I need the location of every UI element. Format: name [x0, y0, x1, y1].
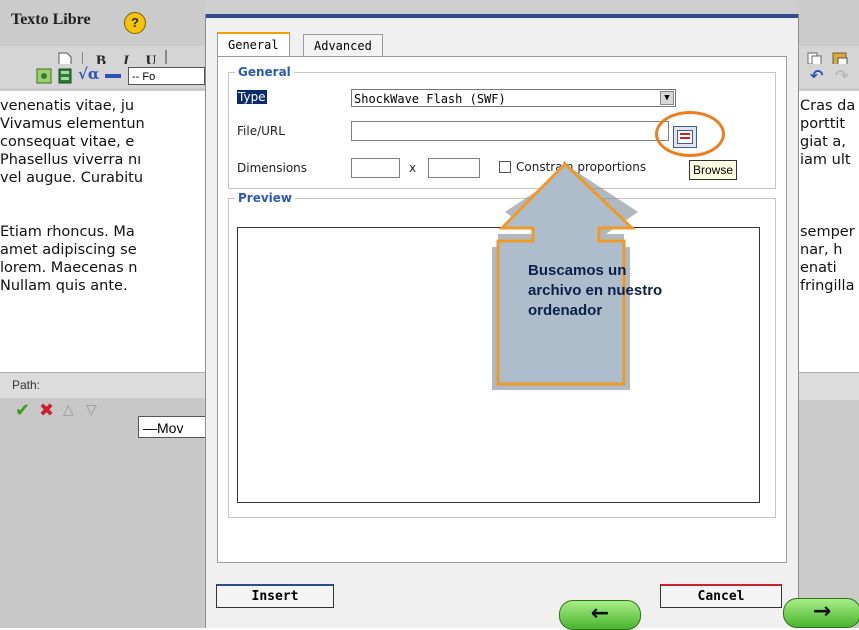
editor-text-line: consequat vitae, e [0, 134, 135, 150]
image-icon[interactable] [36, 68, 52, 84]
path-bar-right [797, 372, 859, 400]
callout-arrow [492, 161, 638, 390]
editor-text-line: lorem. Maecenas n [0, 260, 138, 276]
editor-text-line: Nullam quis ante. [0, 278, 128, 294]
module-controls: ✔ ✖ △ ▽ —Mov [0, 398, 208, 628]
help-icon[interactable]: ? [124, 12, 146, 34]
insert-button[interactable]: Insert [216, 584, 334, 608]
editor-text-line: Phasellus viverra nı [0, 152, 142, 168]
path-label: Path: [12, 378, 41, 392]
editor-text-line: giat a, [800, 134, 846, 150]
horizontal-rule-icon[interactable] [105, 74, 121, 78]
editor-text-line: Cras da [800, 98, 856, 114]
media-icon[interactable] [58, 68, 72, 84]
editor-text-line: enati [800, 260, 837, 276]
editor-text-line: porttit [800, 116, 846, 132]
editor-text-line: venenatis vitae, ju [0, 98, 135, 114]
next-arrow-button[interactable]: → [783, 598, 859, 628]
editor-text-line: iam ult [800, 152, 851, 168]
callout-text: Buscamos un archivo en nuestro ordenador [528, 262, 663, 319]
path-bar: Path: [0, 372, 205, 400]
editor-text-left[interactable]: venenatis vitae, ju Vivamus elementun cons… [0, 91, 205, 373]
math-icon[interactable]: √α [78, 65, 99, 83]
editor-text-line: Etiam rhoncus. Ma [0, 224, 135, 240]
insert-media-dialog: General Advanced General Type ShockWave … [205, 14, 799, 628]
move-up-icon[interactable]: △ [63, 402, 74, 418]
cancel-button[interactable]: Cancel [660, 584, 782, 608]
check-icon[interactable]: ✔ [15, 400, 30, 421]
back-arrow-button[interactable]: ← [559, 600, 641, 630]
editor-text-line: Vivamus elementun [0, 116, 145, 132]
editor-text-line: amet adipiscing se [0, 242, 137, 258]
editor-toolbar-row-2: √α -- Fo [0, 64, 205, 88]
delete-icon[interactable]: ✖ [39, 400, 54, 421]
move-down-icon[interactable]: ▽ [86, 402, 97, 418]
section-title: Texto Libre [11, 11, 91, 28]
editor-text-line: vel augue. Curabitu [0, 170, 144, 186]
redo-icon[interactable]: ↷ [835, 66, 848, 85]
editor-left-pane: Texto Libre ? B I U √α -- Fo venenatis v… [0, 0, 208, 628]
editor-text-right[interactable]: Cras da porttit giat a, iam ult semper nar, h… [797, 91, 859, 373]
editor-text-line: nar, h [800, 242, 843, 258]
editor-right-pane: ↶ ↷ Cras da porttit giat a, iam ult semper na… [797, 0, 859, 628]
undo-icon[interactable]: ↶ [810, 66, 823, 85]
editor-text-line: fringilla [800, 278, 855, 294]
font-select[interactable]: -- Fo [128, 67, 205, 85]
editor-text-line: semper [800, 224, 855, 240]
move-select[interactable]: —Mov [138, 416, 208, 438]
editor-toolbar-right-2: ↶ ↷ [797, 64, 859, 88]
